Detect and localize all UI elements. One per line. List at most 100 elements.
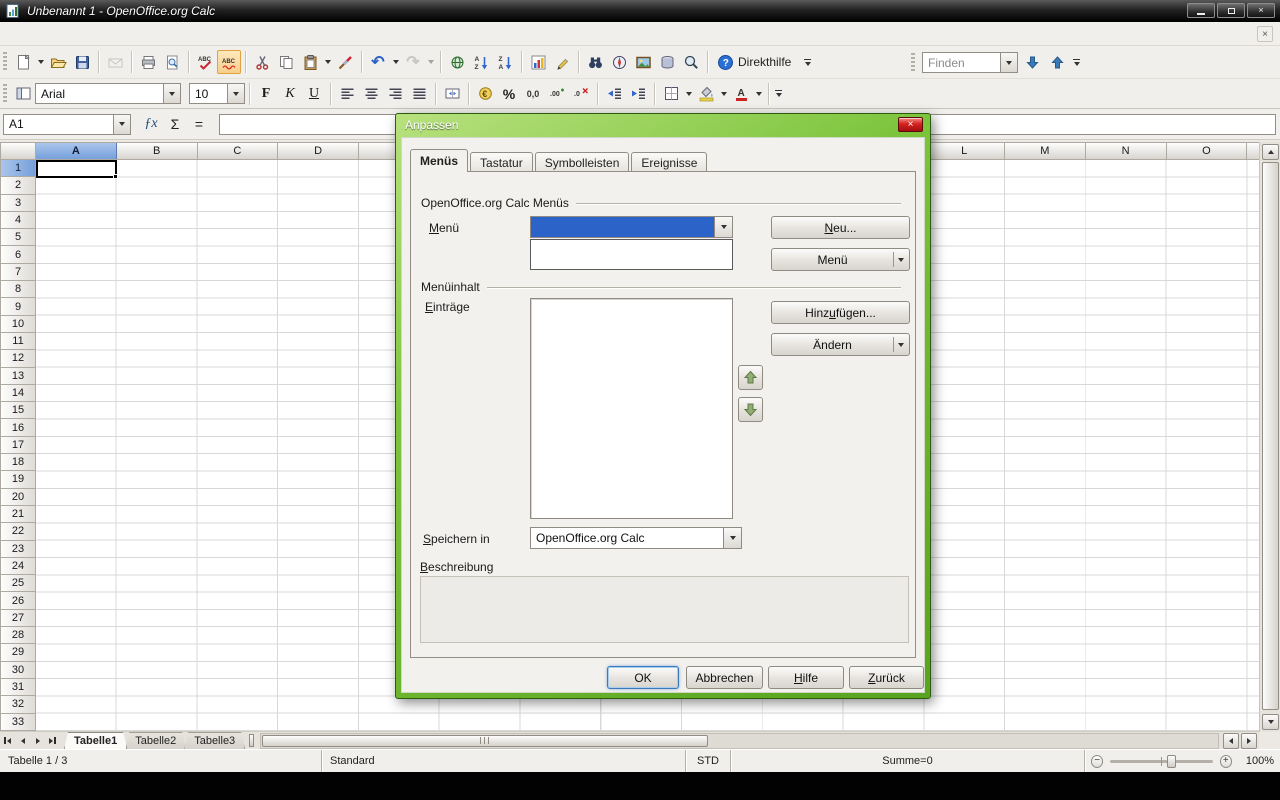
row-header[interactable]: 3 [0, 195, 36, 212]
new-document-button[interactable] [11, 50, 35, 74]
page-style-status[interactable]: Standard [322, 750, 686, 772]
titlebar[interactable]: Unbenannt 1 - OpenOffice.org Calc × [0, 0, 1280, 22]
dialog-tab[interactable]: Menüs [410, 149, 468, 172]
cut-button[interactable] [250, 50, 274, 74]
row-header[interactable]: 7 [0, 264, 36, 281]
toolbar-grip[interactable] [911, 53, 915, 73]
find-input[interactable]: Finden [922, 52, 1018, 73]
row-header[interactable]: 26 [0, 592, 36, 609]
column-header[interactable]: M [1005, 143, 1086, 159]
bold-button[interactable]: F [254, 82, 278, 106]
row-header[interactable]: 22 [0, 523, 36, 540]
column-header[interactable]: L [924, 143, 1005, 159]
background-color-dropdown[interactable] [718, 82, 729, 106]
find-previous-button[interactable] [1046, 51, 1068, 75]
row-header[interactable]: 18 [0, 454, 36, 471]
justify-button[interactable] [407, 82, 431, 106]
currency-format-button[interactable]: € [473, 82, 497, 106]
insert-chart-button[interactable] [526, 50, 550, 74]
restore-button[interactable] [1217, 3, 1245, 18]
row-header[interactable]: 6 [0, 246, 36, 263]
gallery-button[interactable] [631, 50, 655, 74]
row-header[interactable]: 5 [0, 229, 36, 246]
underline-button[interactable]: U [302, 82, 326, 106]
close-button[interactable]: × [1247, 3, 1275, 18]
draw-functions-button[interactable] [550, 50, 574, 74]
row-header[interactable]: 29 [0, 644, 36, 661]
row-header[interactable]: 21 [0, 506, 36, 523]
auto-spellcheck-button[interactable]: ABC [217, 50, 241, 74]
find-toolbar-options-button[interactable] [1071, 51, 1082, 75]
entries-listbox[interactable] [530, 298, 733, 519]
row-header[interactable]: 4 [0, 212, 36, 229]
save-in-dropdown[interactable] [723, 528, 741, 548]
font-size-combo[interactable]: 10 [189, 83, 245, 104]
row-header[interactable]: 31 [0, 679, 36, 696]
sheet-tab[interactable]: Tabelle2 [125, 732, 186, 749]
function-wizard-button[interactable]: ƒx [139, 112, 163, 136]
tab-area-splitter[interactable] [249, 734, 254, 747]
zoom-in-button[interactable]: + [1220, 755, 1232, 768]
undo-button[interactable]: ↶ [366, 50, 390, 74]
sort-ascending-button[interactable]: AZ [469, 50, 493, 74]
toolbar-grip[interactable] [3, 52, 7, 72]
add-decimal-button[interactable]: .00 [545, 82, 569, 106]
row-header[interactable]: 25 [0, 575, 36, 592]
cell-reference-box[interactable]: A1 [3, 114, 131, 135]
function-button[interactable]: = [187, 112, 211, 136]
undo-dropdown[interactable] [390, 50, 401, 74]
close-document-button[interactable]: × [1257, 26, 1273, 42]
sort-descending-button[interactable]: ZA [493, 50, 517, 74]
row-header[interactable]: 8 [0, 281, 36, 298]
row-header[interactable]: 28 [0, 627, 36, 644]
copy-button[interactable] [274, 50, 298, 74]
find-dropdown[interactable] [1000, 53, 1017, 72]
row-header[interactable]: 10 [0, 316, 36, 333]
dialog-close-button[interactable]: × [898, 117, 923, 132]
hyperlink-button[interactable] [445, 50, 469, 74]
column-header[interactable]: B [117, 143, 198, 159]
align-center-button[interactable] [359, 82, 383, 106]
minimize-button[interactable] [1187, 3, 1215, 18]
cell-reference-dropdown[interactable] [113, 115, 130, 134]
scroll-right-button[interactable] [1241, 733, 1257, 749]
redo-button[interactable]: ↷ [401, 50, 425, 74]
scroll-up-button[interactable] [1262, 144, 1279, 160]
scroll-down-button[interactable] [1262, 714, 1279, 730]
zoom-slider-thumb[interactable] [1167, 755, 1176, 768]
styles-formatting-button[interactable] [11, 82, 35, 106]
italic-button[interactable]: K [278, 82, 302, 106]
help-button[interactable]: Hilfe [768, 666, 844, 689]
selection-mode-status[interactable]: STD [686, 750, 731, 772]
row-header[interactable]: 11 [0, 333, 36, 350]
column-header[interactable]: A [36, 143, 117, 159]
save-button[interactable] [70, 50, 94, 74]
row-header[interactable]: 24 [0, 558, 36, 575]
row-header[interactable]: 16 [0, 419, 36, 436]
menu-combo-dropdown[interactable] [714, 217, 732, 237]
add-button[interactable]: Hinzufügen... [771, 301, 910, 324]
find-replace-button[interactable] [583, 50, 607, 74]
row-header[interactable]: 14 [0, 385, 36, 402]
zoom-button[interactable] [679, 50, 703, 74]
column-header[interactable]: D [278, 143, 359, 159]
new-document-dropdown[interactable] [35, 50, 46, 74]
font-color-button[interactable]: A [729, 82, 753, 106]
previous-sheet-button[interactable] [15, 733, 30, 749]
print-button[interactable] [136, 50, 160, 74]
ok-button[interactable]: OK [607, 666, 679, 689]
font-color-dropdown[interactable] [753, 82, 764, 106]
row-header[interactable]: 13 [0, 368, 36, 385]
paste-button[interactable] [298, 50, 322, 74]
zoom-slider-track[interactable] [1110, 760, 1212, 763]
dialog-tab[interactable]: Ereignisse [631, 152, 707, 172]
select-all-corner[interactable] [0, 142, 36, 160]
spellcheck-button[interactable]: ABC [193, 50, 217, 74]
menu-dropdown-list[interactable] [530, 239, 733, 270]
decrease-indent-button[interactable] [602, 82, 626, 106]
new-menu-button[interactable]: Neu... [771, 216, 910, 239]
find-next-button[interactable] [1021, 51, 1043, 75]
zoom-out-button[interactable]: − [1091, 755, 1103, 768]
delete-decimal-button[interactable]: .0 [569, 82, 593, 106]
borders-button[interactable] [659, 82, 683, 106]
